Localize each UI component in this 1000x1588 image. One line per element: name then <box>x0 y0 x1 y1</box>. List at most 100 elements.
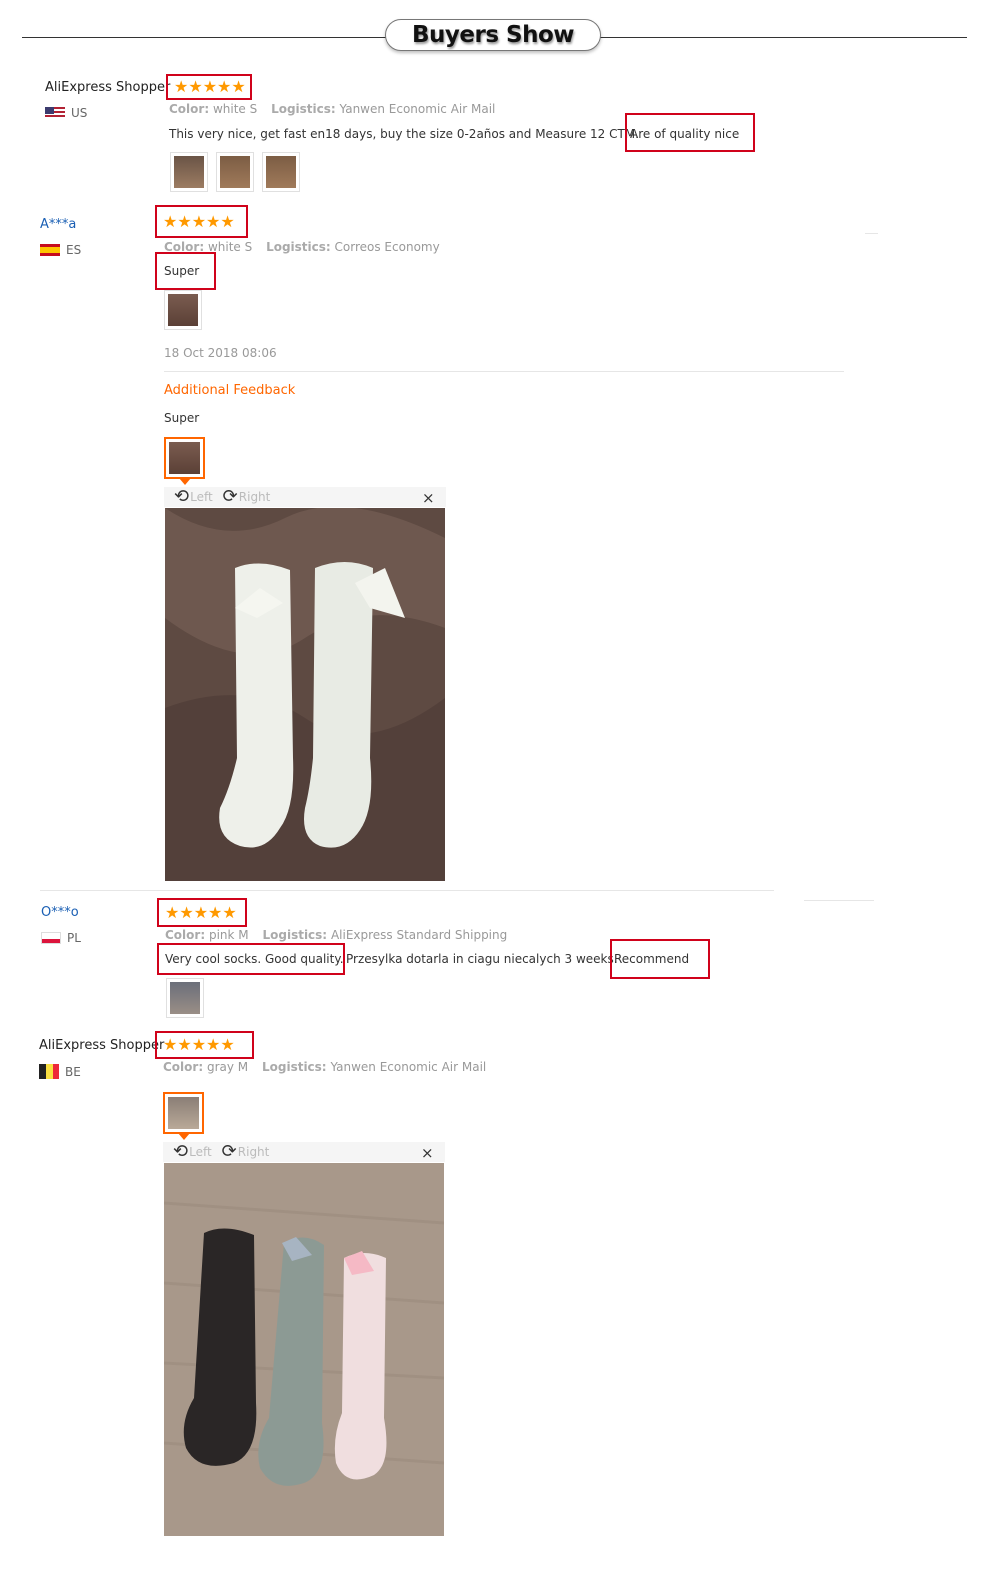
reviewer-name[interactable]: A***a <box>40 217 76 232</box>
reviewer-country: BE <box>39 1064 81 1079</box>
logistics-label: Logistics: <box>266 240 331 254</box>
rotate-right-label: Right <box>237 1145 270 1159</box>
header-rule-right <box>600 37 967 38</box>
review-photo-thumb[interactable] <box>166 978 204 1018</box>
rotate-right-icon: ⟳ <box>222 486 238 507</box>
rotate-left-label: Left <box>190 490 213 504</box>
logistics-label: Logistics: <box>262 928 328 942</box>
additional-feedback-text: Super <box>164 411 200 425</box>
photo-viewer-toolbar: ⟲ Left ⟳ Right <box>163 1142 445 1162</box>
review-photo-thumb[interactable] <box>262 152 300 192</box>
be-flag-icon <box>39 1064 59 1079</box>
star-icon: ★ <box>163 1035 178 1054</box>
highlight-box <box>157 943 345 975</box>
star-icon: ★ <box>179 902 194 922</box>
photo <box>174 156 204 188</box>
three-socks-photo <box>164 1163 444 1536</box>
star-icon: ★ <box>177 211 192 231</box>
close-icon[interactable]: × <box>422 489 435 507</box>
star-icon: ★ <box>165 902 180 922</box>
review-text: This very nice, get fast en18 days, buy … <box>169 127 639 141</box>
photo <box>220 156 250 188</box>
es-flag-icon <box>40 244 60 256</box>
color-label: Color: <box>165 928 206 942</box>
reviewer-name[interactable]: O***o <box>41 905 79 920</box>
review-text: Przesylka dotarla in ciagu niecalych 3 w… <box>346 952 618 966</box>
additional-feedback-label: Additional Feedback <box>164 383 296 398</box>
highlight-box <box>155 252 216 290</box>
rotate-left-button[interactable]: ⟲ Left <box>174 488 213 506</box>
color-value: pink M <box>208 928 249 942</box>
pl-flag-icon <box>41 932 61 944</box>
star-icon: ★ <box>220 211 235 231</box>
close-icon[interactable]: × <box>421 1144 434 1162</box>
divider <box>164 371 844 372</box>
reviewer-country: US <box>45 106 87 120</box>
star-icon: ★ <box>220 1035 235 1054</box>
photo <box>170 982 200 1014</box>
logistics-label: Logistics: <box>271 102 336 116</box>
white-socks-photo <box>165 508 445 881</box>
logistics-value: AliExpress Standard Shipping <box>330 928 508 942</box>
star-icon: ★ <box>217 77 232 96</box>
rotate-right-button[interactable]: ⟳ Right <box>223 488 271 506</box>
photo <box>266 156 296 188</box>
country-code: ES <box>66 243 82 257</box>
country-code: US <box>71 106 88 120</box>
review-photo-thumb-selected[interactable] <box>163 1092 204 1134</box>
photo-viewer-toolbar: ⟲ Left ⟳ Right <box>164 487 446 507</box>
rotate-right-label: Right <box>238 490 271 504</box>
star-icon: ★ <box>191 1035 207 1054</box>
country-code: BE <box>65 1064 81 1079</box>
review-photo-thumb-selected[interactable] <box>164 437 205 479</box>
reviewer-country: ES <box>40 243 81 257</box>
star-icon: ★ <box>208 902 223 922</box>
rotate-left-button[interactable]: ⟲ Left <box>173 1143 212 1161</box>
photo <box>168 294 198 326</box>
star-icon: ★ <box>202 77 218 96</box>
order-info: Color: white S Logistics: Yanwen Economi… <box>169 102 495 116</box>
star-icon: ★ <box>191 211 207 231</box>
divider <box>40 890 774 891</box>
review-photo-thumb[interactable] <box>164 290 202 330</box>
review-photo-thumb[interactable] <box>170 152 208 192</box>
review-photo-thumb[interactable] <box>216 152 254 192</box>
header-rule-left <box>22 37 386 38</box>
photo <box>169 442 200 474</box>
highlight-box <box>625 113 755 152</box>
star-icon: ★ <box>177 1035 192 1054</box>
section-title: Buyers Show <box>385 19 601 51</box>
us-flag-icon <box>45 107 65 119</box>
rotate-left-label: Left <box>189 1145 212 1159</box>
color-value: gray M <box>206 1060 249 1074</box>
star-icon: ★ <box>206 211 221 231</box>
thumb-caret <box>179 478 191 485</box>
reviewer-name: AliExpress Shopper <box>39 1038 165 1053</box>
star-icon: ★ <box>206 1035 221 1054</box>
logistics-value: Correos Economy <box>334 240 440 254</box>
divider <box>804 900 874 901</box>
logistics-value: Yanwen Economic Air Mail <box>339 102 496 116</box>
highlight-box <box>610 939 710 979</box>
rating-stars: ★ ★ ★ ★ ★ <box>157 898 247 927</box>
star-icon: ★ <box>174 77 189 96</box>
star-icon: ★ <box>222 902 237 922</box>
order-info: Color: pink M Logistics: AliExpress Stan… <box>165 928 507 942</box>
reviewer-country: PL <box>41 931 81 945</box>
rotate-right-icon: ⟳ <box>221 1141 237 1162</box>
rotate-right-button[interactable]: ⟳ Right <box>222 1143 270 1161</box>
review-photo-large <box>164 1163 444 1536</box>
thumb-caret <box>178 1133 190 1140</box>
star-icon: ★ <box>193 902 209 922</box>
review-photo-large <box>165 508 445 881</box>
color-label: Color: <box>163 1060 204 1074</box>
order-info: Color: gray M Logistics: Yanwen Economic… <box>163 1060 486 1074</box>
review-date: 18 Oct 2018 08:06 <box>164 346 277 360</box>
rating-stars: ★ ★ ★ ★ ★ <box>155 205 248 238</box>
star-icon: ★ <box>231 77 246 96</box>
logistics-label: Logistics: <box>261 1060 327 1074</box>
color-label: Color: <box>169 102 210 116</box>
rating-stars: ★ ★ ★ ★ ★ <box>166 74 252 100</box>
star-icon: ★ <box>163 211 178 231</box>
photo <box>168 1097 199 1129</box>
